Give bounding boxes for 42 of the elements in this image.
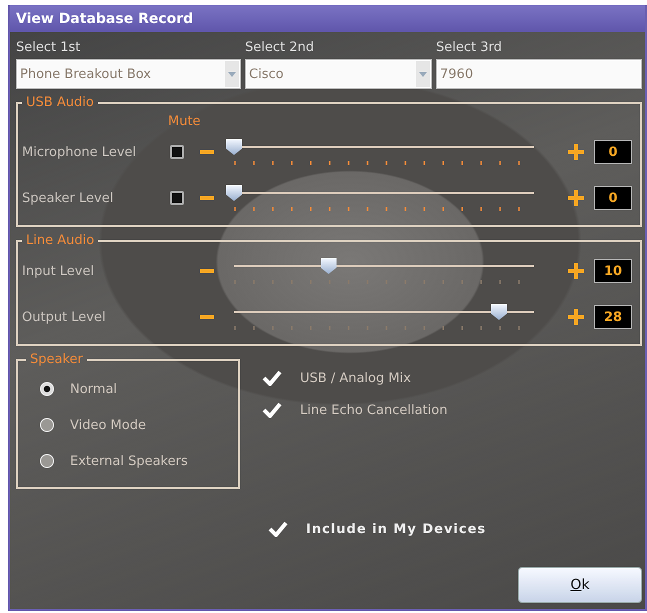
slider-thumb[interactable] [226, 185, 242, 201]
plus-icon[interactable] [568, 309, 584, 325]
channel-label: Input Level [22, 264, 96, 278]
level-value: 0 [594, 140, 632, 164]
plus-icon[interactable] [568, 144, 584, 160]
channel-label: Microphone Level [22, 144, 138, 160]
checkmark-icon[interactable] [268, 521, 288, 537]
plus-icon[interactable] [568, 190, 584, 206]
radio-button[interactable] [40, 454, 54, 468]
group-title: USB Audio [25, 95, 95, 110]
slider-thumb[interactable] [490, 304, 507, 320]
window-title: View Database Record [10, 5, 645, 32]
mute-heading: Mute [168, 114, 201, 129]
radio-button[interactable] [40, 382, 54, 396]
plus-icon[interactable] [568, 263, 584, 279]
radio-label: External Speakers [70, 454, 188, 468]
dropdown-field[interactable]: Phone Breakout Box [16, 59, 241, 89]
checkbox-label: USB / Analog Mix [300, 370, 411, 386]
mute-checkbox[interactable] [170, 145, 184, 159]
slider-thumb[interactable] [226, 139, 242, 155]
ok-button[interactable]: Ok [518, 567, 642, 603]
field-label: Select 1st [16, 40, 82, 55]
group-title: Line Audio [25, 233, 96, 248]
checkbox-label: Include in My Devices [306, 522, 486, 536]
radio-label: Normal [70, 382, 118, 396]
checkmark-icon[interactable] [262, 370, 282, 386]
radio-button[interactable] [40, 418, 54, 432]
level-value: 0 [594, 186, 632, 210]
slider-thumb[interactable] [320, 258, 337, 274]
level-value: 10 [594, 259, 632, 283]
field-label: Select 3rd [436, 40, 503, 55]
field-label: Select 2nd [245, 40, 315, 55]
checkmark-icon[interactable] [262, 402, 282, 418]
channel-label: Output Level [22, 310, 107, 324]
text-field[interactable]: 7960 [436, 59, 642, 89]
group-title: Speaker [29, 352, 84, 367]
radio-label: Video Mode [70, 418, 146, 432]
checkbox-label: Line Echo Cancellation [300, 402, 448, 418]
level-value: 28 [594, 305, 632, 329]
channel-label: Speaker Level [22, 190, 114, 206]
dropdown-field[interactable]: Cisco [245, 59, 432, 89]
mute-checkbox[interactable] [170, 191, 184, 205]
